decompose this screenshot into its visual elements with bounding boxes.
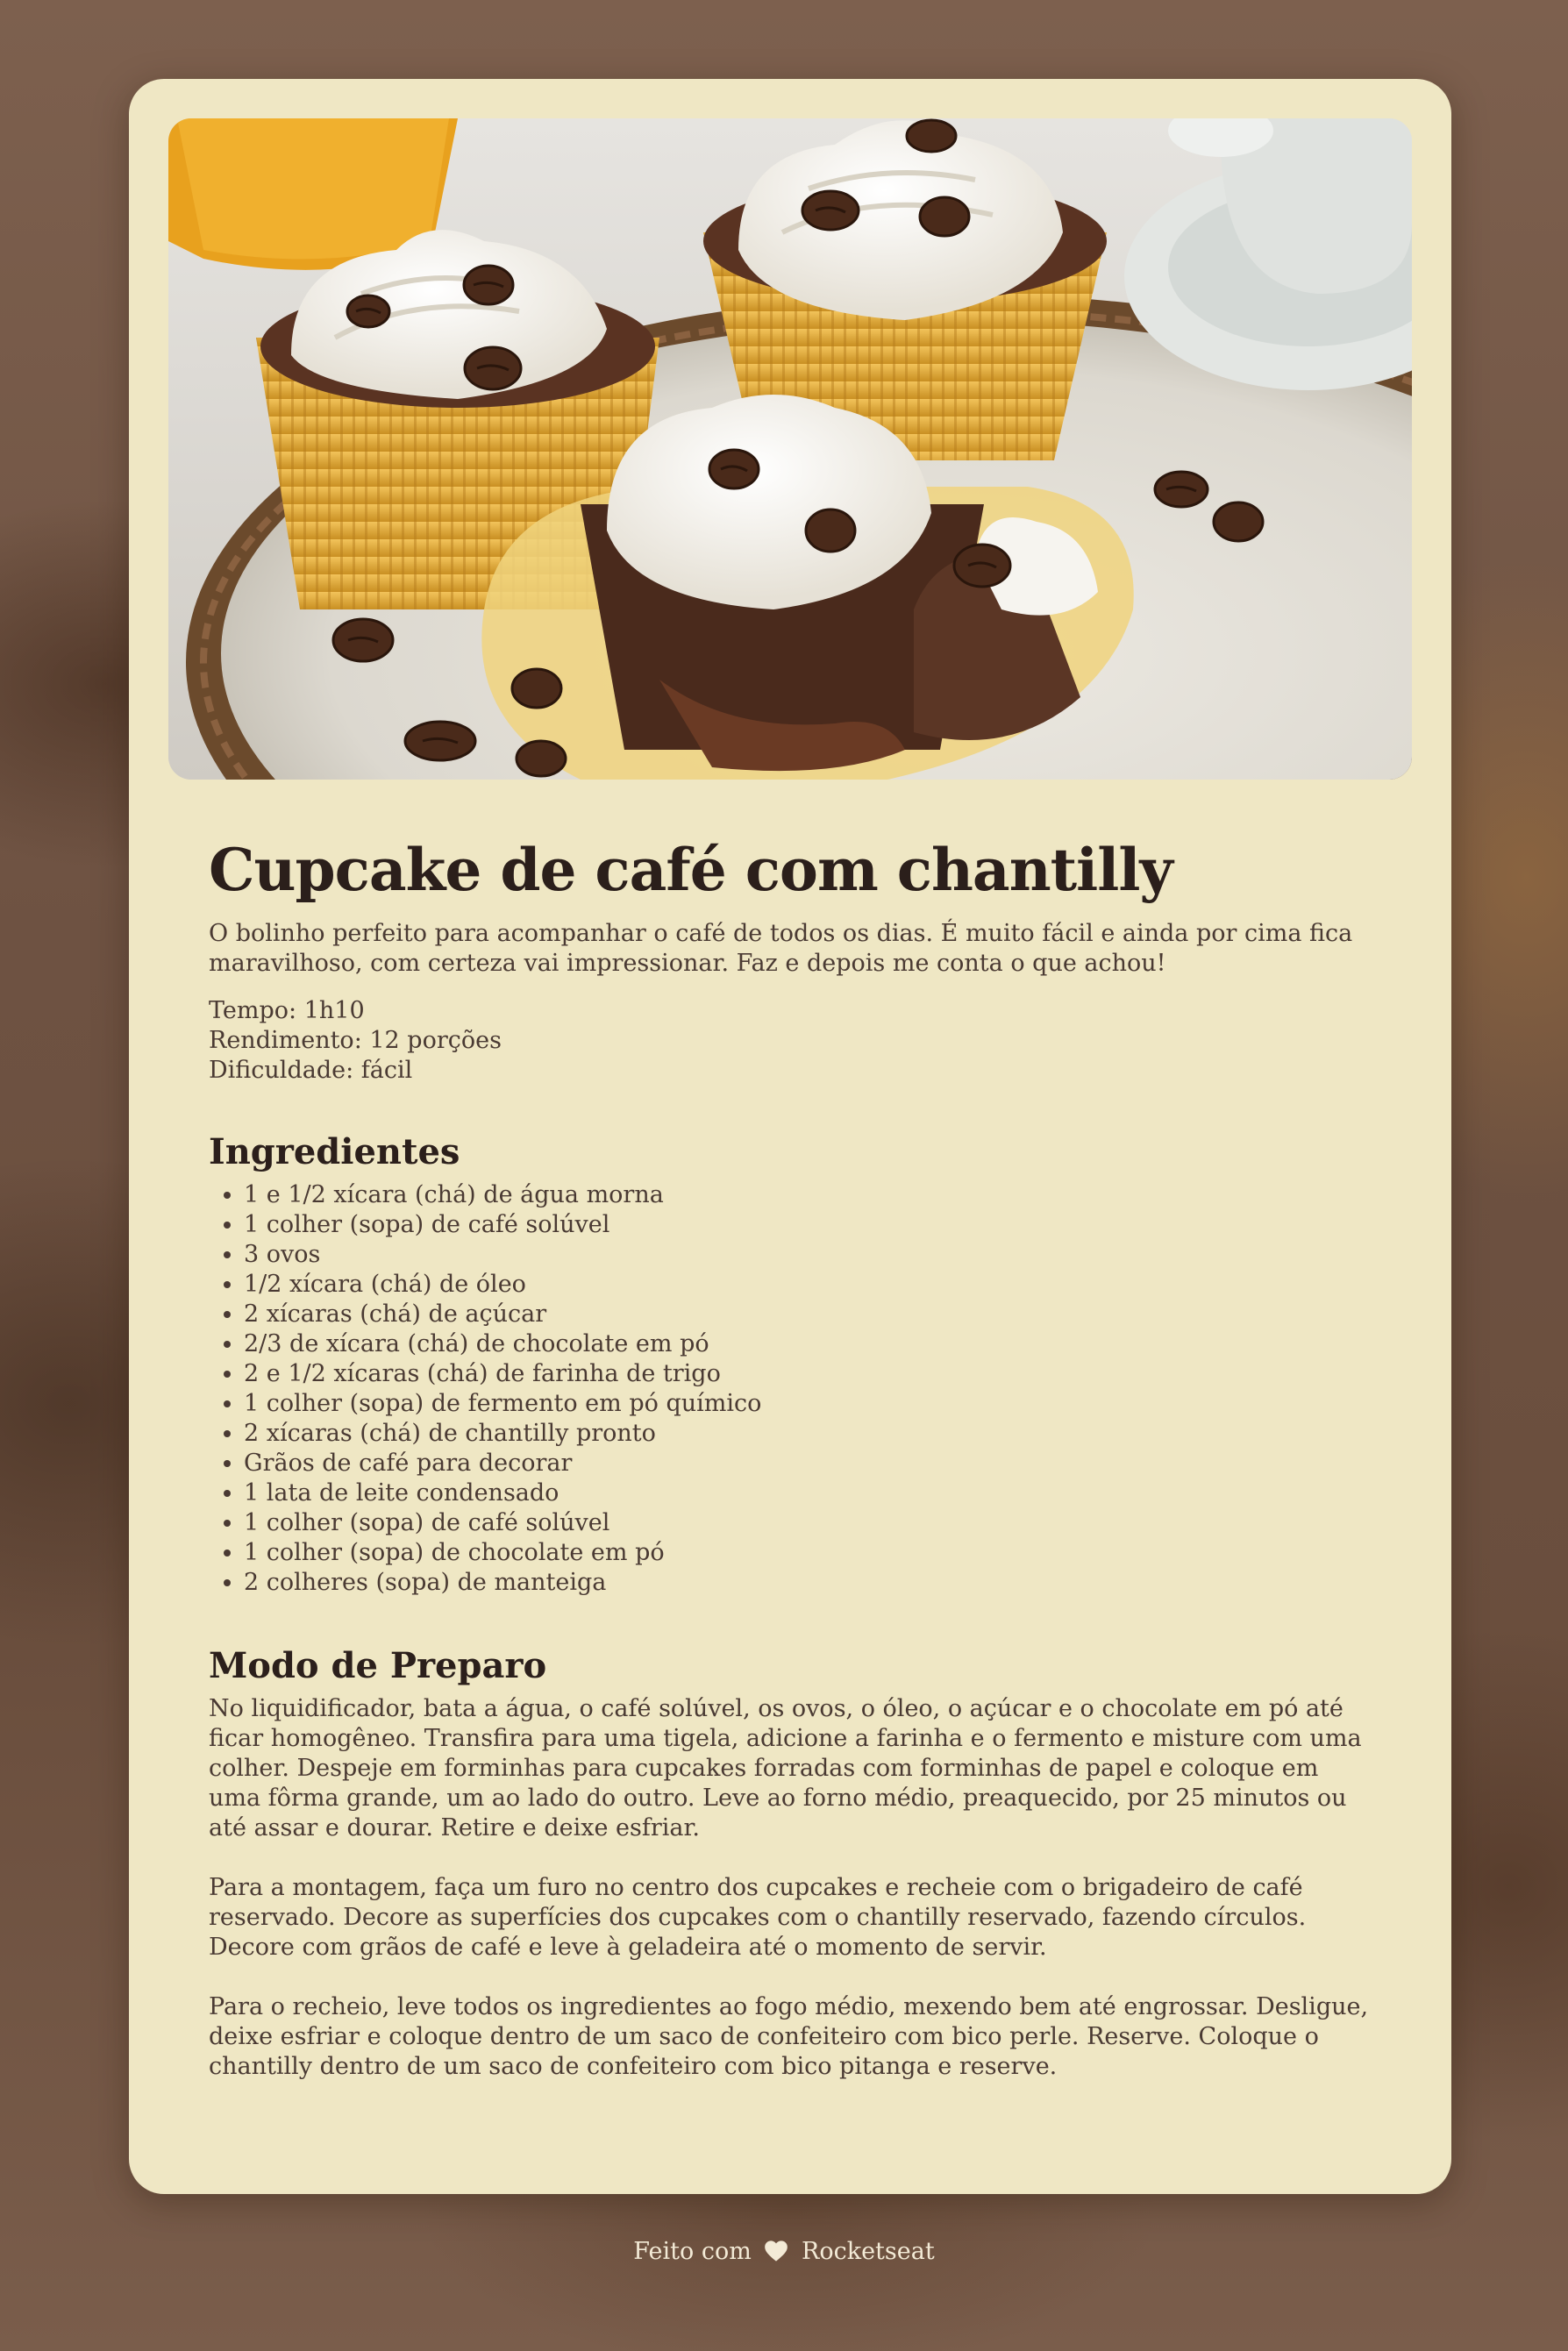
ingredient-item: 2 colheres (sopa) de manteiga — [244, 1568, 1375, 1598]
footer-brand[interactable]: Rocketseat — [802, 2238, 935, 2265]
recipe-meta: Tempo: 1h10 Rendimento: 12 porções Dific… — [209, 996, 1375, 1086]
recipe-title: Cupcake de café com chantilly — [209, 836, 1173, 904]
recipe-time: Tempo: 1h10 — [209, 997, 365, 1024]
ingredient-item: 2 xícaras (chá) de açúcar — [244, 1300, 1375, 1329]
preparation-paragraph: Para o recheio, leve todos os ingredient… — [209, 1993, 1369, 2080]
recipe-hero-image — [168, 118, 1412, 780]
ingredient-item: 1 colher (sopa) de chocolate em pó — [244, 1538, 1375, 1568]
recipe-content: Cupcake de café com chantilly O bolinho … — [209, 833, 1375, 2082]
preparation-paragraph: Para a montagem, faça um furo no centro … — [209, 1874, 1307, 1961]
ingredient-item: 2/3 de xícara (chá) de chocolate em pó — [244, 1329, 1375, 1359]
ingredient-item: 1 colher (sopa) de café solúvel — [244, 1210, 1375, 1240]
recipe-card: Cupcake de café com chantilly O bolinho … — [129, 79, 1451, 2194]
preparation-heading: Modo de Preparo — [209, 1645, 547, 1686]
recipe-yield: Rendimento: 12 porções — [209, 1027, 502, 1054]
ingredient-item: 2 e 1/2 xícaras (chá) de farinha de trig… — [244, 1359, 1375, 1389]
ingredient-item: 2 xícaras (chá) de chantilly pronto — [244, 1419, 1375, 1449]
ingredient-item: 1 e 1/2 xícara (chá) de água morna — [244, 1180, 1375, 1210]
ingredients-heading: Ingredientes — [209, 1131, 460, 1172]
ingredient-item: 1 colher (sopa) de fermento em pó químic… — [244, 1389, 1375, 1419]
ingredient-item: 3 ovos — [244, 1240, 1375, 1270]
ingredient-item: 1 colher (sopa) de café solúvel — [244, 1508, 1375, 1538]
cupcakes-photo — [168, 118, 1412, 780]
ingredient-item: 1/2 xícara (chá) de óleo — [244, 1270, 1375, 1300]
preparation-paragraph: No liquidificador, bata a água, o café s… — [209, 1695, 1362, 1842]
preparation-steps: No liquidificador, bata a água, o café s… — [209, 1694, 1375, 2082]
ingredient-item: 1 lata de leite condensado — [244, 1478, 1375, 1508]
ingredients-list: 1 e 1/2 xícara (chá) de água morna 1 col… — [209, 1180, 1375, 1598]
recipe-intro: O bolinho perfeito para acompanhar o caf… — [209, 920, 1353, 977]
recipe-difficulty: Dificuldade: fácil — [209, 1057, 413, 1084]
footer-prefix: Feito com — [633, 2238, 752, 2265]
page-footer: Feito com Rocketseat — [0, 2237, 1568, 2270]
ingredient-item: Grãos de café para decorar — [244, 1449, 1375, 1478]
heart-icon — [764, 2240, 788, 2270]
